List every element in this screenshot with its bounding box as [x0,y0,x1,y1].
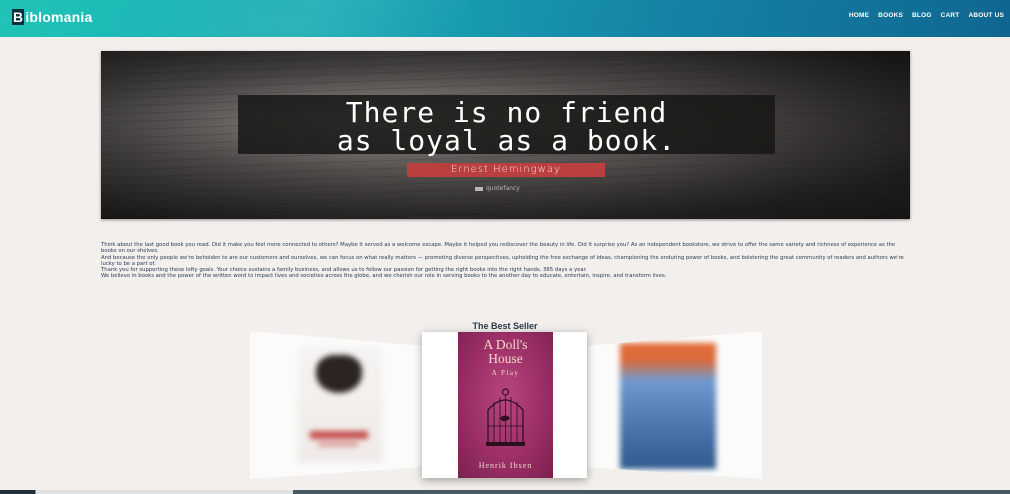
intro-paragraph: We believe in books and the power of the… [101,273,667,280]
inkblot-shape [316,355,362,393]
intro-paragraph: Think about the last good book you read.… [101,242,896,255]
best-seller-title: The Best Seller [472,321,538,331]
intro-text: Think about the last good book you read.… [101,242,911,280]
book-cover-title: A Doll's House [458,338,553,366]
carousel-book-center[interactable]: A Doll's House A Play Henrik Ibsen [422,332,587,478]
logo-text: iblomania [25,9,93,25]
nav-home[interactable]: HOME [849,12,869,19]
birdcage-icon [486,388,525,446]
book-title-line-1: A Doll's [483,337,528,352]
quote-author: Ernest Hemingway [407,163,605,177]
book-title-line-2: House [488,351,523,366]
logo-mark: B [12,9,25,25]
hero-banner: There is no friend as loyal as a book. E… [101,51,910,219]
book-author: Henrik Ibsen [478,461,533,470]
quote-watermark: quotefancy [475,185,520,192]
nav-about-us[interactable]: ABOUT US [968,12,1004,19]
main-nav: HOME BOOKS BLOG CART ABOUT US [849,12,1004,19]
nav-books[interactable]: BOOKS [878,12,903,19]
site-logo[interactable]: Biblomania [12,9,92,25]
watermark-icon [475,186,483,191]
site-header: Biblomania HOME BOOKS BLOG CART ABOUT US [0,0,1010,37]
book-cover-blurred [620,343,716,469]
carousel-book-left[interactable] [250,331,422,479]
bottom-edge [0,490,1010,494]
book-cover: A Doll's House A Play Henrik Ibsen [458,332,553,478]
carousel-book-right[interactable] [588,331,762,479]
book-cover-blurred [298,347,382,463]
nav-cart[interactable]: CART [941,12,960,19]
quote-line-2: as loyal as a book. [336,124,677,157]
intro-paragraph: And because the only people we're behold… [101,254,904,267]
book-subtitle: A Play [491,369,520,377]
watermark-text: quotefancy [486,185,520,192]
cover-subtitle-block [318,443,358,446]
quote-box: There is no friend as loyal as a book. [238,95,775,157]
cover-title-block [310,431,368,439]
nav-blog[interactable]: BLOG [912,12,932,19]
